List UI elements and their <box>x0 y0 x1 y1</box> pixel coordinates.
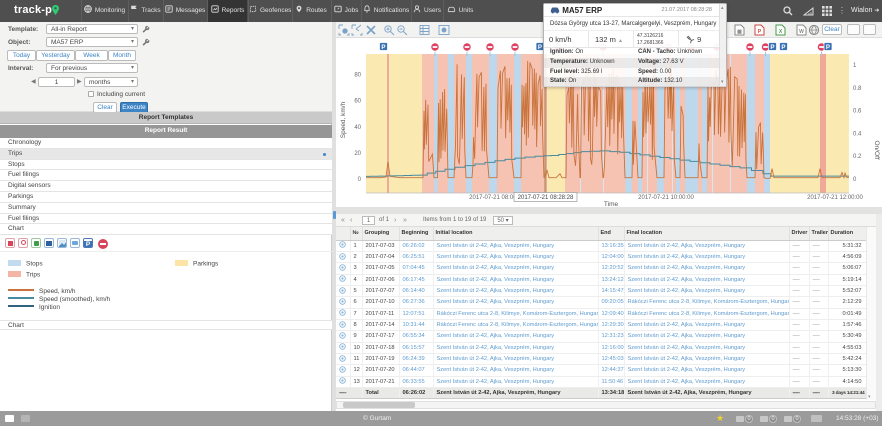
svg-text:P: P <box>770 44 774 51</box>
svg-text:P: P <box>826 44 830 51</box>
svg-text:80: 80 <box>354 73 361 79</box>
svg-text:40: 40 <box>354 125 361 131</box>
svg-text:0.6: 0.6 <box>853 109 862 115</box>
svg-text:▦: ▦ <box>737 29 742 35</box>
svg-text:0.4: 0.4 <box>853 131 862 137</box>
svg-text:2017-07-21 08:28:28: 2017-07-21 08:28:28 <box>518 195 574 201</box>
svg-text:60: 60 <box>354 99 361 105</box>
svg-text:P: P <box>538 44 542 51</box>
svg-text:20: 20 <box>354 151 361 157</box>
svg-text:0.2: 0.2 <box>853 154 862 160</box>
svg-text:P: P <box>781 44 785 51</box>
svg-text:0.8: 0.8 <box>853 86 862 92</box>
svg-text:Speed, km/h: Speed, km/h <box>340 101 347 138</box>
svg-text:P: P <box>381 44 385 51</box>
svg-text:On/Off: On/Off <box>873 140 880 159</box>
svg-text:2017-07-21 10:00:00: 2017-07-21 10:00:00 <box>638 195 694 201</box>
svg-text:2017-07-21 12:00:00: 2017-07-21 12:00:00 <box>807 195 863 201</box>
svg-text:W: W <box>799 29 804 35</box>
